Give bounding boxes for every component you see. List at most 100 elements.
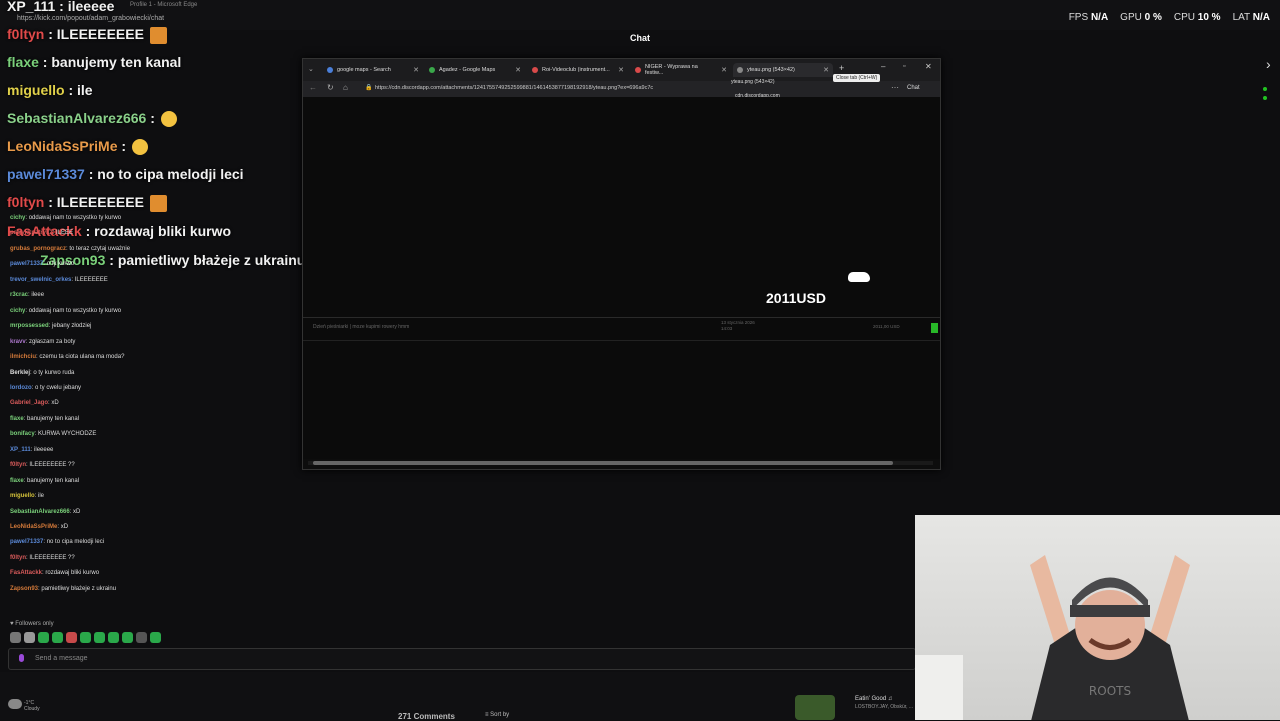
- emote-icon[interactable]: [24, 632, 35, 643]
- chat-username[interactable]: mrpossessed: [10, 323, 49, 329]
- emote-icon[interactable]: [136, 632, 147, 643]
- mic-icon[interactable]: [19, 654, 24, 662]
- back-icon[interactable]: ←: [309, 83, 317, 92]
- image-viewer: 2011USD Dzień pieśniarki | moze kupimi r…: [303, 97, 940, 459]
- chat-text: o ty cwelu jebany: [35, 384, 82, 391]
- followers-only-notice: ♥ Followers only: [10, 621, 54, 627]
- chat-username[interactable]: SebastianAlvarez666: [10, 509, 70, 515]
- gpu-value: 0 %: [1144, 12, 1162, 23]
- chat-username[interactable]: cichy: [10, 215, 25, 221]
- chat-text: ILEEEEEEEE ??: [29, 462, 75, 469]
- chat-username[interactable]: patrykkpatryk2: [10, 230, 53, 236]
- chat-username[interactable]: f0ltyn: [10, 555, 26, 561]
- close-icon: ✕: [721, 67, 727, 74]
- bottom-area: [0, 672, 914, 720]
- chat-text: ILEEEEEEEE ??: [29, 554, 75, 561]
- chat-text: oddawaj nam to wszystko ty kurwo: [28, 307, 122, 314]
- emote-icon[interactable]: [10, 632, 21, 643]
- lock-icon: 🔒: [365, 85, 373, 91]
- chat-text: banujemy ten kanal: [27, 477, 80, 484]
- chat-username[interactable]: trevor_swelnic_orkes: [10, 277, 71, 283]
- chat-username[interactable]: r3crac: [10, 292, 28, 298]
- chat-username[interactable]: LeoNidaSsPriMe: [10, 524, 57, 530]
- cpu-value: 10 %: [1197, 12, 1221, 23]
- home-icon[interactable]: ⌂: [343, 83, 348, 92]
- browser-tab[interactable]: Agadez - Google Maps ✕: [425, 63, 525, 77]
- horizontal-scrollbar[interactable]: [308, 461, 933, 465]
- chat-username[interactable]: Berklej: [10, 370, 30, 376]
- emote-icon[interactable]: [108, 632, 119, 643]
- emoji-icon: [160, 111, 177, 128]
- chat-message: Gabriel_Jago: xD: [10, 400, 59, 407]
- minimize-icon[interactable]: –: [881, 62, 885, 71]
- address-bar: ← ↻ ⌂ 🔒 https://cdn.discordapp.com/attac…: [303, 81, 940, 97]
- chat-text: czemu ta ciota ulana ma moda?: [39, 354, 125, 361]
- recommended-video[interactable]: Eatin' Good ♫ LOSTBOY.JAY, Obskür, ...: [855, 695, 913, 711]
- chat-message: grubas_pornogracz: to teraz czytaj uważn…: [10, 245, 131, 252]
- chat-username[interactable]: f0ltyn: [10, 462, 26, 468]
- chat-username[interactable]: cichy: [10, 308, 25, 314]
- message-input[interactable]: [8, 648, 916, 670]
- emote-icon[interactable]: [38, 632, 49, 643]
- overlay-chat-message: f0ltyn : ILEEEEEEEE: [7, 26, 167, 44]
- chat-message: pawel71337: o ty kurwo: [10, 261, 75, 268]
- close-icon: ✕: [823, 67, 829, 74]
- emote-icon[interactable]: [150, 632, 161, 643]
- close-window-icon[interactable]: ✕: [925, 62, 932, 71]
- chat-username[interactable]: pawel71337: [10, 539, 43, 545]
- overlay-chat-message: Zapson93 : pamietliwy błażeje z ukrainu: [40, 252, 306, 268]
- copilot-chat-button[interactable]: Chat: [907, 85, 920, 91]
- chat-message: pawel71337: no to cipa melodji leci: [10, 539, 105, 546]
- chat-text: banujemy ten kanal: [27, 415, 80, 422]
- emote-icon[interactable]: [52, 632, 63, 643]
- refresh-icon[interactable]: ↻: [327, 83, 334, 92]
- more-icon[interactable]: ⋯: [891, 83, 899, 92]
- scrollbar-thumb[interactable]: [313, 461, 893, 465]
- window-title: Profile 1 - Microsoft Edge: [130, 2, 198, 8]
- new-tab-icon[interactable]: +: [839, 63, 844, 73]
- emote-icon: [149, 194, 167, 212]
- chat-text: to teraz czytaj uważnie: [69, 245, 131, 252]
- chat-username[interactable]: pawel71337: [10, 261, 43, 267]
- chat-message: bonifacy: KURWA WYCHODZE: [10, 431, 97, 438]
- sort-by-button[interactable]: ≡ Sort by: [485, 712, 509, 718]
- chat-username[interactable]: kravv: [10, 339, 26, 345]
- status-indicator: [931, 323, 938, 333]
- chat-text: jebany złodziej: [52, 323, 92, 330]
- chat-username[interactable]: bonifacy: [10, 431, 35, 437]
- chat-username[interactable]: flaxe: [10, 416, 24, 422]
- chat-username[interactable]: grubas_pornogracz: [10, 246, 66, 252]
- browser-tab[interactable]: NIGER - Wyprawa na festiw... ✕: [631, 63, 731, 77]
- chat-message: Berklej: o ty kurwo ruda: [10, 369, 75, 376]
- close-tab-tooltip: Close tab (Ctrl+W): [833, 74, 881, 82]
- window-url: https://kick.com/popout/adam_grabowiecki…: [17, 15, 165, 22]
- chevron-right-icon[interactable]: ›: [1266, 56, 1271, 72]
- tab-actions-icon[interactable]: ⌄: [308, 65, 314, 73]
- emote-icon[interactable]: [80, 632, 91, 643]
- weather-widget[interactable]: -1°C Cloudy: [24, 700, 40, 712]
- chat-message: flaxe: banujemy ten kanal: [10, 415, 80, 422]
- emote-icon[interactable]: [94, 632, 105, 643]
- browser-tab[interactable]: google maps - Search ✕: [323, 63, 423, 77]
- overlay-chat-message: XP_111 : ileeeee: [7, 0, 115, 14]
- chat-username[interactable]: FasAttackk: [10, 570, 42, 576]
- chat-username[interactable]: ilmichciu: [10, 354, 36, 360]
- chat-username[interactable]: lordozo: [10, 385, 32, 391]
- maximize-icon[interactable]: ▫: [903, 63, 905, 70]
- close-icon: ✕: [618, 67, 624, 74]
- emote-icon[interactable]: [122, 632, 133, 643]
- chat-message: flaxe: banujemy ten kanal: [10, 477, 80, 484]
- chat-username[interactable]: Zapson93: [10, 586, 38, 592]
- transaction-amount: 2011,00 USD: [873, 324, 900, 329]
- emote-icon[interactable]: [66, 632, 77, 643]
- video-thumbnail[interactable]: [795, 695, 835, 720]
- overlay-chat-message: miguello : ile: [7, 82, 93, 98]
- url-field[interactable]: https://cdn.discordapp.com/attachments/1…: [375, 85, 653, 91]
- browser-popup-window[interactable]: ⌄ google maps - Search ✕ Agadez - Google …: [302, 58, 941, 470]
- chat-username[interactable]: XP_111: [10, 447, 31, 453]
- chat-username[interactable]: flaxe: [10, 478, 24, 484]
- chat-username[interactable]: miguello: [10, 493, 35, 499]
- browser-tab-active[interactable]: yteau.png (543×42) ✕: [733, 63, 833, 77]
- browser-tab[interactable]: Roi-Videoclub (instrument... ✕: [528, 63, 628, 77]
- chat-username[interactable]: Gabriel_Jago: [10, 400, 48, 406]
